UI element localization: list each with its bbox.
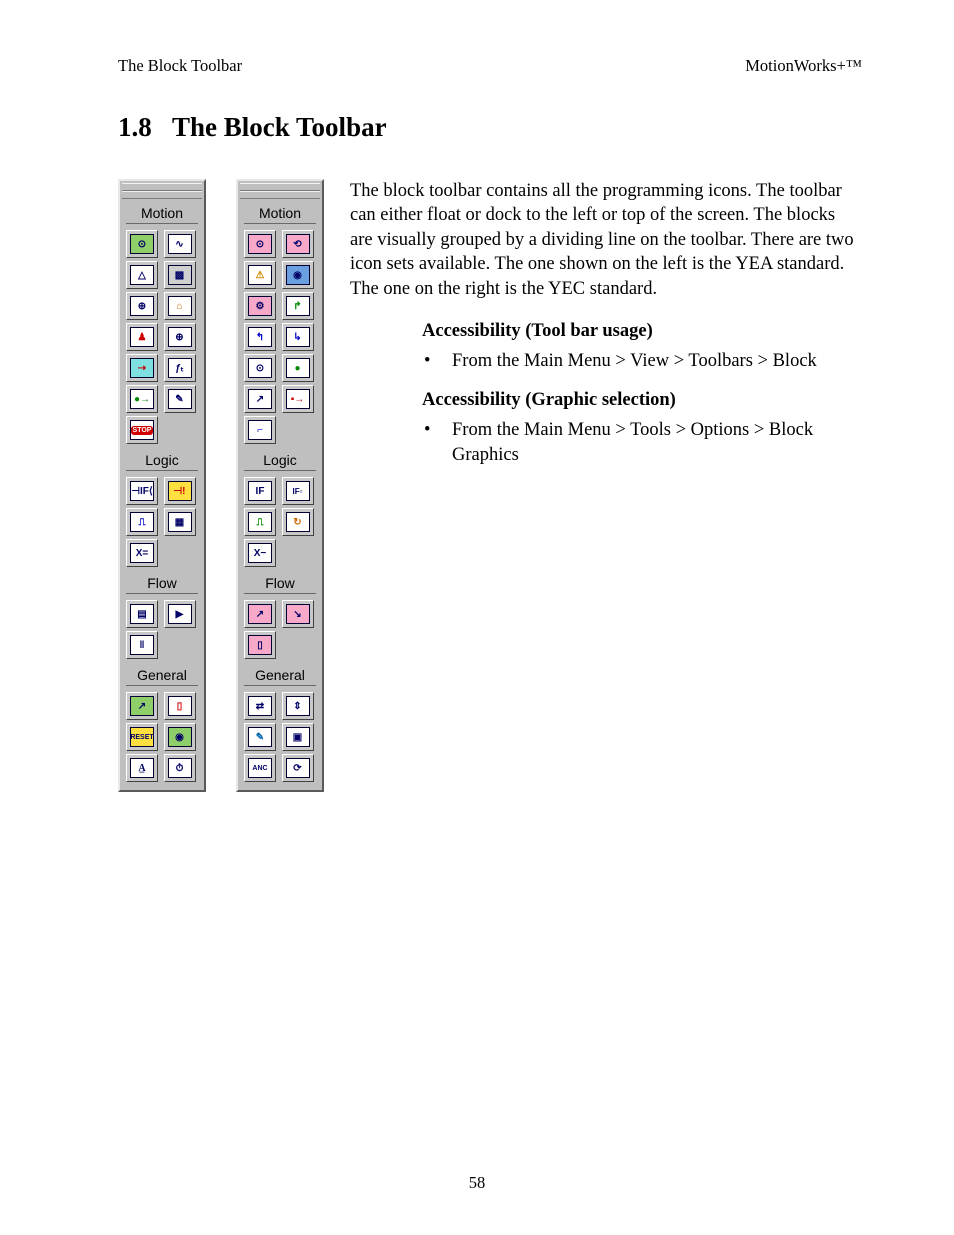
rl-ifbit-icon[interactable]: IF▫: [282, 477, 314, 505]
motion-icon-6[interactable]: ⌂: [164, 292, 196, 320]
general-icon-3[interactable]: RESET: [126, 723, 158, 751]
motion-icon-8[interactable]: ⊕: [164, 323, 196, 351]
general-text-icon[interactable]: A̲: [126, 754, 158, 782]
rm-icon-8[interactable]: ↳: [282, 323, 314, 351]
flow-run-icon[interactable]: ▶: [164, 600, 196, 628]
accessibility-toolbar-heading: Accessibility (Tool bar usage): [422, 319, 862, 343]
section-label-logic: Logic: [238, 452, 322, 468]
section-label-motion: Motion: [238, 205, 322, 221]
motion-icon-11[interactable]: ●→: [126, 385, 158, 413]
motion-icon-3[interactable]: △: [126, 261, 158, 289]
rg-icon-2[interactable]: ⇕: [282, 692, 314, 720]
section-label-motion: Motion: [120, 205, 204, 221]
general-timer-icon[interactable]: ⏱: [164, 754, 196, 782]
logic-input-icon[interactable]: ⎍: [126, 508, 158, 536]
section-label-flow: Flow: [238, 575, 322, 591]
rm-icon-1[interactable]: ⊙: [244, 230, 276, 258]
rm-icon-13[interactable]: ⌐: [244, 416, 276, 444]
motion-icon-12[interactable]: ✎: [164, 385, 196, 413]
header-right: MotionWorks+™: [745, 56, 862, 76]
motion-icon-5[interactable]: ⊕: [126, 292, 158, 320]
rf-icon-1[interactable]: ↗: [244, 600, 276, 628]
toolbar-grip[interactable]: [240, 183, 320, 191]
rm-icon-11[interactable]: ↗: [244, 385, 276, 413]
logic-output-icon[interactable]: ▦: [164, 508, 196, 536]
rm-icon-9[interactable]: ⊙: [244, 354, 276, 382]
rm-icon-2[interactable]: ⟲: [282, 230, 314, 258]
toolbar-grip[interactable]: [240, 191, 320, 199]
flow-sub-icon[interactable]: ▤: [126, 600, 158, 628]
accessibility-graphic-heading: Accessibility (Graphic selection): [422, 388, 862, 412]
rm-icon-7[interactable]: ↰: [244, 323, 276, 351]
general-icon-2[interactable]: ▯: [164, 692, 196, 720]
rg-icon-3[interactable]: ✎: [244, 723, 276, 751]
rm-icon-4[interactable]: ◉: [282, 261, 314, 289]
section-label-general: General: [120, 667, 204, 683]
rl-if-icon[interactable]: IF: [244, 477, 276, 505]
motion-icon-4[interactable]: ▩: [164, 261, 196, 289]
rm-icon-3[interactable]: ⚠: [244, 261, 276, 289]
toolbar-grip[interactable]: [122, 191, 202, 199]
intro-paragraph: The block toolbar contains all the progr…: [350, 179, 862, 301]
rm-icon-10[interactable]: ●: [282, 354, 314, 382]
toolbar-yea: Motion ⊙ ∿ △ ▩ ⊕ ⌂ ♟ ⊕ ⇢ ƒₜ ●→ ✎ STOP: [118, 179, 206, 792]
motion-stop-icon[interactable]: STOP: [126, 416, 158, 444]
rg-anc-icon[interactable]: ANC: [244, 754, 276, 782]
section-label-logic: Logic: [120, 452, 204, 468]
accessibility-graphic-bullet: •From the Main Menu > Tools > Options > …: [452, 418, 862, 467]
rl-loop-icon[interactable]: ↻: [282, 508, 314, 536]
motion-icon-2[interactable]: ∿: [164, 230, 196, 258]
motion-icon-7[interactable]: ♟: [126, 323, 158, 351]
page-number: 58: [0, 1173, 954, 1193]
section-heading: 1.8 The Block Toolbar: [118, 112, 862, 143]
general-icon-1[interactable]: ↗: [126, 692, 158, 720]
rg-icon-4[interactable]: ▣: [282, 723, 314, 751]
rm-icon-12[interactable]: ▪→: [282, 385, 314, 413]
motion-icon-10[interactable]: ƒₜ: [164, 354, 196, 382]
header-left: The Block Toolbar: [118, 56, 242, 76]
rf-icon-3[interactable]: ▯: [244, 631, 276, 659]
logic-if-icon[interactable]: ⊣IF⟨: [126, 477, 158, 505]
accessibility-toolbar-bullet: •From the Main Menu > View > Toolbars > …: [452, 349, 862, 373]
logic-wait-icon[interactable]: ⊣!: [164, 477, 196, 505]
section-label-general: General: [238, 667, 322, 683]
logic-xeq-icon[interactable]: X=: [126, 539, 158, 567]
toolbar-grip[interactable]: [122, 183, 202, 191]
motion-icon-1[interactable]: ⊙: [126, 230, 158, 258]
flow-end-icon[interactable]: ‖: [126, 631, 158, 659]
rm-icon-6[interactable]: ↱: [282, 292, 314, 320]
general-icon-4[interactable]: ◉: [164, 723, 196, 751]
rg-icon-1[interactable]: ⇄: [244, 692, 276, 720]
rl-xminus-icon[interactable]: X−: [244, 539, 276, 567]
section-label-flow: Flow: [120, 575, 204, 591]
toolbar-yec: Motion ⊙ ⟲ ⚠ ◉ ⚙ ↱ ↰ ↳ ⊙ ● ↗ ▪→ ⌐: [236, 179, 324, 792]
motion-icon-9[interactable]: ⇢: [126, 354, 158, 382]
rf-icon-2[interactable]: ↘: [282, 600, 314, 628]
rm-icon-5[interactable]: ⚙: [244, 292, 276, 320]
rl-set-icon[interactable]: ⎍: [244, 508, 276, 536]
toolbar-figures: Motion ⊙ ∿ △ ▩ ⊕ ⌂ ♟ ⊕ ⇢ ƒₜ ●→ ✎ STOP: [118, 179, 324, 792]
rg-icon-6[interactable]: ⟳: [282, 754, 314, 782]
